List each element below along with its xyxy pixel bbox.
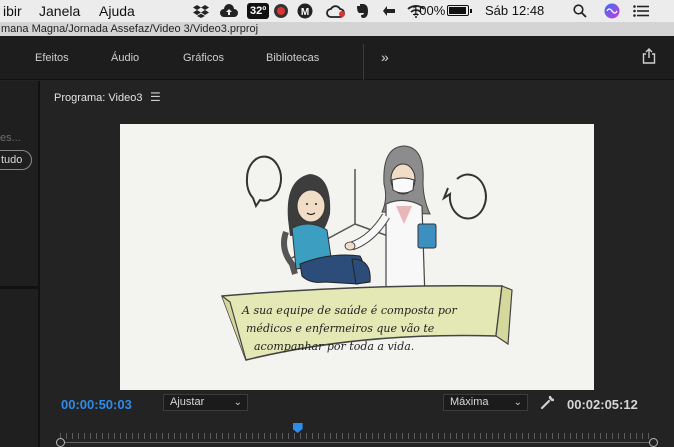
scrubber-track[interactable] (60, 442, 654, 443)
battery-icon[interactable] (447, 5, 472, 16)
menu-exibir[interactable]: ibir (3, 3, 22, 19)
tab-bibliotecas[interactable]: Bibliotecas (266, 52, 319, 64)
playhead[interactable] (292, 423, 303, 433)
fit-select[interactable]: Ajustar ⌄ (163, 394, 248, 411)
share-export-icon[interactable] (642, 48, 656, 64)
quality-select[interactable]: Máxima ⌄ (443, 394, 528, 411)
search-input[interactable]: es... (0, 132, 21, 144)
monitor-title: Programa: Video3 (54, 92, 143, 104)
quality-select-value: Máxima (450, 396, 489, 408)
video-frame: A sua equipe de saúde é composta por méd… (120, 124, 594, 390)
tab-efeitos[interactable]: Efeitos (35, 52, 69, 64)
caption-line-1: A sua equipe de saúde é composta por (241, 304, 457, 317)
chevron-down-icon: ⌄ (233, 397, 242, 408)
out-point-handle[interactable] (649, 438, 658, 447)
tabs-divider (363, 44, 364, 80)
panel-menu-icon[interactable]: ☰ (150, 90, 161, 104)
panel-divider (0, 286, 40, 289)
creative-cloud-icon[interactable] (326, 3, 346, 19)
scrubber-ticks (60, 433, 654, 439)
timeline-scrubber[interactable] (56, 423, 658, 447)
dropbox-icon[interactable] (193, 3, 209, 19)
wrench-settings-icon[interactable] (540, 394, 556, 410)
caption-line-3: acompanhar por toda a vida. (254, 340, 414, 353)
filter-all-button[interactable]: tudo (0, 150, 32, 170)
spotlight-search-icon[interactable] (572, 3, 588, 19)
battery-percent[interactable]: 100% (412, 3, 445, 18)
m-app-icon[interactable]: M (297, 3, 313, 19)
workspace-tabs-bar: Efeitos Áudio Gráficos Bibliotecas » (0, 36, 674, 80)
video-illustration: A sua equipe de saúde é composta por méd… (220, 145, 513, 361)
caption-line-2: médicos e enfermeiros que vão te (246, 322, 435, 335)
chevron-down-icon: ⌄ (513, 397, 522, 408)
current-timecode[interactable]: 00:00:50:03 (61, 397, 132, 412)
in-point-handle[interactable] (56, 438, 65, 447)
left-panel: es... tudo (0, 81, 40, 447)
evernote-icon[interactable] (354, 3, 370, 19)
tab-graficos[interactable]: Gráficos (183, 52, 224, 64)
project-path-bar: mana Magna/Jornada Assefaz/Video 3/Video… (0, 22, 674, 36)
siri-icon[interactable] (604, 3, 620, 19)
tab-audio[interactable]: Áudio (111, 52, 139, 64)
svg-text:M: M (301, 7, 309, 18)
notification-center-icon[interactable] (633, 3, 649, 19)
temperature-widget[interactable]: 32º (247, 3, 270, 19)
duration-timecode: 00:02:05:12 (567, 397, 638, 412)
mac-menu-bar: ibir Janela Ajuda 32º M 100% Sáb 12:48 (0, 0, 674, 22)
more-tabs-chevron-icon[interactable]: » (381, 49, 389, 65)
program-monitor: Programa: Video3 ☰ A sua equipe de saúde… (40, 81, 674, 447)
menu-janela[interactable]: Janela (39, 3, 80, 19)
menu-ajuda[interactable]: Ajuda (99, 3, 135, 19)
unknown-status-icon[interactable] (381, 3, 397, 19)
fit-select-value: Ajustar (170, 396, 205, 408)
record-icon[interactable] (273, 3, 289, 19)
menubar-clock[interactable]: Sáb 12:48 (485, 3, 544, 18)
cloud-upload-icon[interactable] (220, 3, 238, 19)
